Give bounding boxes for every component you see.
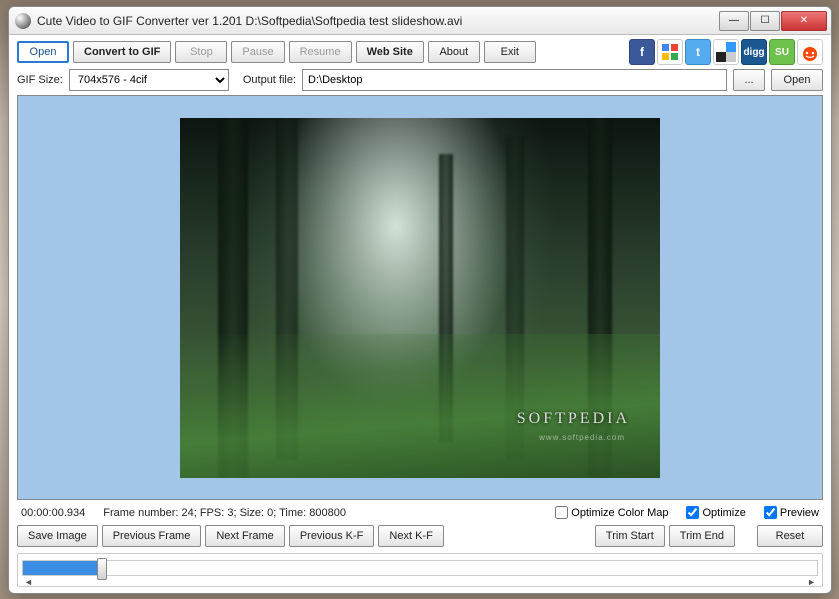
reddit-icon[interactable] [797,39,823,65]
window-controls: — ☐ ✕ [718,11,827,31]
timecode: 00:00:00.934 [21,507,85,519]
gif-size-select[interactable]: 704x576 - 4cif [69,69,229,91]
open-output-button[interactable]: Open [771,69,823,91]
titlebar[interactable]: Cute Video to GIF Converter ver 1.201 D:… [9,7,831,35]
status-row: 00:00:00.934 Frame number: 24; FPS: 3; S… [17,504,823,521]
resume-button[interactable]: Resume [289,41,352,63]
timeline-track[interactable] [22,560,818,576]
trim-start-button[interactable]: Trim Start [595,525,665,547]
save-image-button[interactable]: Save Image [17,525,98,547]
pause-button[interactable]: Pause [231,41,284,63]
open-button[interactable]: Open [17,41,69,63]
previous-frame-button[interactable]: Previous Frame [102,525,202,547]
browse-button[interactable]: ... [733,69,765,91]
window-title: Cute Video to GIF Converter ver 1.201 D:… [37,14,718,28]
preview-area: SOFTPEDIA www.softpedia.com [17,95,823,500]
next-frame-button[interactable]: Next Frame [205,525,284,547]
content-area: Open Convert to GIF Stop Pause Resume We… [9,35,831,593]
close-button[interactable]: ✕ [781,11,827,31]
main-toolbar: Open Convert to GIF Stop Pause Resume We… [17,39,823,65]
maximize-button[interactable]: ☐ [750,11,780,31]
stop-button[interactable]: Stop [175,41,227,63]
timeline-thumb[interactable] [97,558,107,580]
social-links: f t digg SU [629,39,823,65]
previous-keyframe-button[interactable]: Previous K-F [289,525,375,547]
timeline-scroll-arrows: ◄ ► [22,577,818,587]
stumbleupon-icon[interactable]: SU [769,39,795,65]
delicious-icon[interactable] [713,39,739,65]
settings-row: GIF Size: 704x576 - 4cif Output file: ..… [17,69,823,91]
app-icon [15,13,31,29]
digg-icon[interactable]: digg [741,39,767,65]
watermark-text: SOFTPEDIA [517,410,630,428]
frame-info: Frame number: 24; FPS: 3; Size: 0; Time:… [103,507,346,519]
minimize-button[interactable]: — [719,11,749,31]
gif-size-label: GIF Size: [17,74,63,86]
optimize-colormap-checkbox[interactable] [555,506,568,519]
scroll-left-icon[interactable]: ◄ [24,577,33,587]
facebook-icon[interactable]: f [629,39,655,65]
preview-check[interactable]: Preview [764,506,819,519]
timeline-fill [23,561,101,575]
website-button[interactable]: Web Site [356,41,424,63]
app-window: Cute Video to GIF Converter ver 1.201 D:… [8,6,832,594]
timeline-slider-container: ◄ ► [17,553,823,587]
trim-end-button[interactable]: Trim End [669,525,735,547]
optimize-check[interactable]: Optimize [686,506,745,519]
preview-checkbox[interactable] [764,506,777,519]
about-button[interactable]: About [428,41,480,63]
watermark-subtitle: www.softpedia.com [539,433,625,442]
output-file-label: Output file: [243,74,296,86]
exit-button[interactable]: Exit [484,41,536,63]
output-file-input[interactable] [302,69,727,91]
next-keyframe-button[interactable]: Next K-F [378,525,443,547]
video-frame-preview: SOFTPEDIA www.softpedia.com [180,118,660,478]
scroll-right-icon[interactable]: ► [807,577,816,587]
convert-button[interactable]: Convert to GIF [73,41,171,63]
frame-button-row: Save Image Previous Frame Next Frame Pre… [17,525,823,547]
reset-button[interactable]: Reset [757,525,823,547]
optimize-checkbox[interactable] [686,506,699,519]
twitter-icon[interactable]: t [685,39,711,65]
optimize-colormap-check[interactable]: Optimize Color Map [555,506,668,519]
google-icon[interactable] [657,39,683,65]
